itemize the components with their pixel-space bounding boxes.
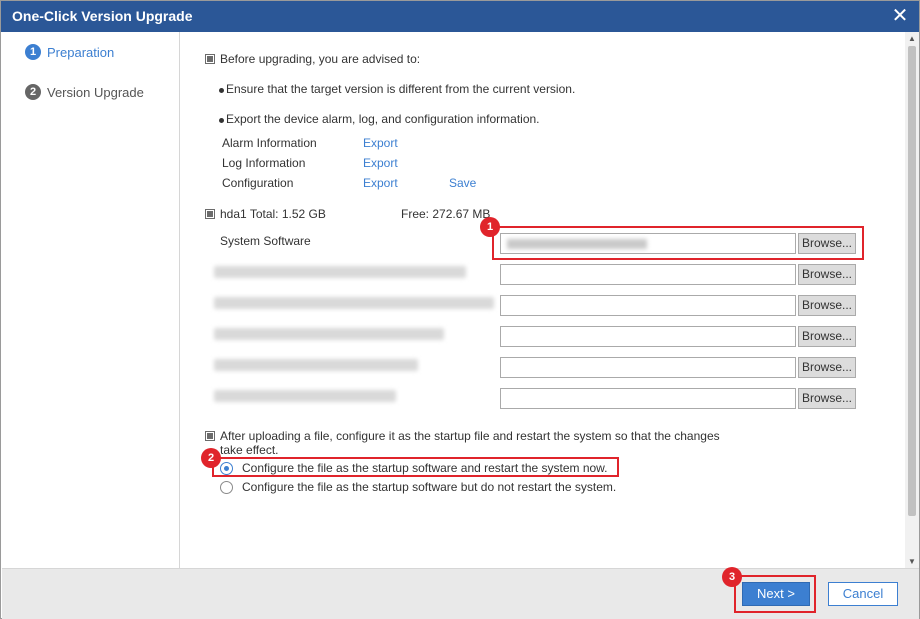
file-field[interactable] [500, 388, 796, 409]
highlight-box [492, 226, 864, 260]
step-number-icon: 1 [25, 44, 41, 60]
browse-button[interactable]: Browse... [798, 295, 856, 316]
browse-button[interactable]: Browse... [798, 326, 856, 347]
advice-bullet: Ensure that the target version is differ… [226, 82, 576, 96]
cancel-button[interactable]: Cancel [828, 582, 898, 606]
annotation-badge: 2 [201, 448, 221, 468]
annotation-badge: 3 [722, 567, 742, 587]
redacted-file-label [214, 390, 396, 402]
redacted-file-label [214, 328, 444, 340]
browse-button[interactable]: Browse... [798, 264, 856, 285]
dialog-title: One-Click Version Upgrade [12, 8, 193, 24]
advice-bullet: Export the device alarm, log, and config… [226, 112, 540, 126]
step-label: Version Upgrade [47, 84, 144, 100]
restart-info-line1: After uploading a file, configure it as … [220, 429, 720, 443]
scroll-thumb[interactable] [908, 46, 916, 516]
restart-checkbox-icon[interactable] [205, 431, 215, 441]
export-log-link[interactable]: Export [363, 156, 398, 170]
system-software-label: System Software [220, 234, 311, 248]
storage-checkbox-icon[interactable] [205, 209, 215, 219]
main-content: Before upgrading, you are advised to: En… [181, 32, 905, 568]
upgrade-dialog: One-Click Version Upgrade ✕ 1 Preparatio… [0, 0, 920, 619]
highlight-box [212, 457, 619, 477]
file-field[interactable] [500, 295, 796, 316]
step-number-icon: 2 [25, 84, 41, 100]
export-config-link[interactable]: Export [363, 176, 398, 190]
save-config-link[interactable]: Save [449, 176, 476, 190]
export-label-config: Configuration [222, 176, 294, 190]
storage-free: Free: 272.67 MB [401, 207, 491, 221]
restart-info-line2: take effect. [220, 443, 279, 457]
steps-sidebar: 1 Preparation 2 Version Upgrade [2, 32, 180, 568]
file-field[interactable] [500, 357, 796, 378]
close-icon[interactable]: ✕ [889, 5, 911, 27]
advice-heading: Before upgrading, you are advised to: [220, 52, 421, 66]
redacted-file-label [214, 297, 494, 309]
file-field[interactable] [500, 264, 796, 285]
bullet-icon [219, 88, 224, 93]
vertical-scrollbar[interactable]: ▲ ▼ [905, 32, 919, 568]
highlight-box [734, 575, 816, 613]
scroll-down-icon[interactable]: ▼ [908, 557, 916, 566]
annotation-badge: 1 [480, 217, 500, 237]
dialog-footer: Next > Cancel 3 [2, 567, 919, 619]
radio-no-restart[interactable] [220, 481, 233, 494]
step-preparation[interactable]: 1 Preparation [25, 42, 114, 62]
file-field[interactable] [500, 326, 796, 347]
browse-button[interactable]: Browse... [798, 388, 856, 409]
bullet-icon [219, 118, 224, 123]
storage-total: hda1 Total: 1.52 GB [220, 207, 326, 221]
option-no-restart-label[interactable]: Configure the file as the startup softwa… [242, 480, 616, 494]
export-label-alarm: Alarm Information [222, 136, 317, 150]
scroll-up-icon[interactable]: ▲ [908, 34, 916, 43]
title-bar: One-Click Version Upgrade ✕ [1, 1, 919, 32]
step-label: Preparation [47, 44, 115, 60]
redacted-file-label [214, 359, 418, 371]
export-alarm-link[interactable]: Export [363, 136, 398, 150]
section-checkbox-icon[interactable] [205, 54, 215, 64]
redacted-file-label [214, 266, 466, 278]
step-version-upgrade[interactable]: 2 Version Upgrade [25, 82, 144, 102]
browse-button[interactable]: Browse... [798, 357, 856, 378]
export-label-log: Log Information [222, 156, 306, 170]
